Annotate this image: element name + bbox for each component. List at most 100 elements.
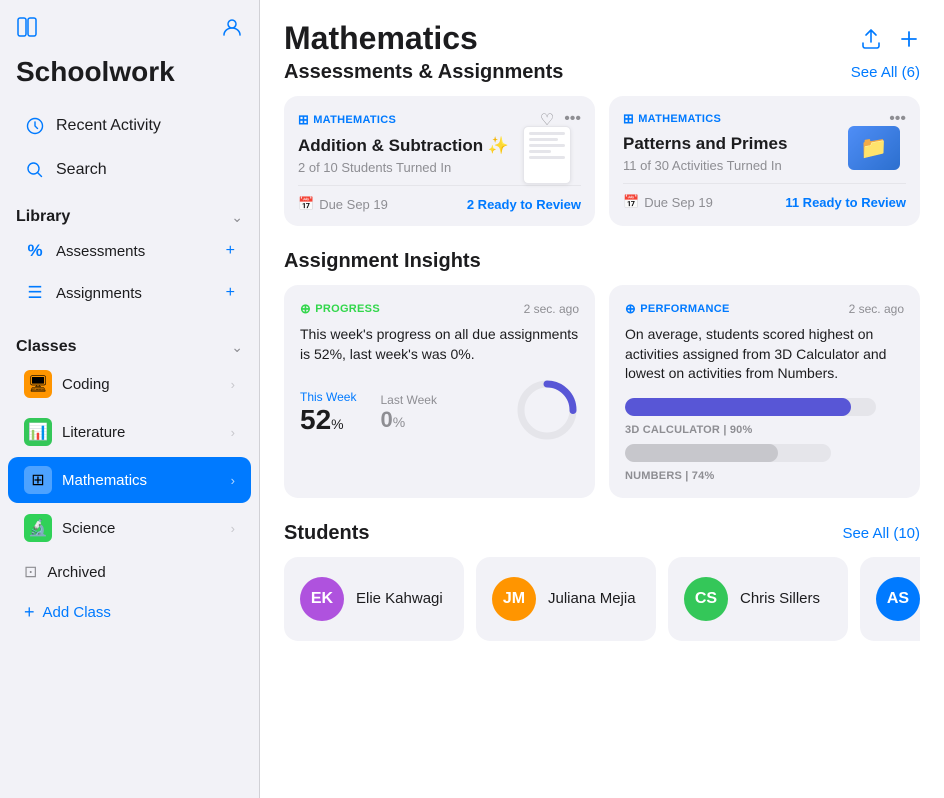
progress-text: This week's progress on all due assignme… bbox=[300, 325, 579, 364]
card-footer-0: 📅 Due Sep 19 2 Ready to Review bbox=[298, 185, 581, 212]
student-card-1[interactable]: JM Juliana Mejia bbox=[476, 557, 656, 641]
insights-section-header: Assignment Insights bbox=[284, 250, 920, 273]
perf-bar-track-1 bbox=[625, 444, 831, 462]
donut-chart bbox=[515, 378, 579, 447]
header-actions bbox=[860, 28, 920, 56]
perf-bar-row-1 bbox=[625, 444, 904, 462]
classes-title: Classes bbox=[16, 338, 77, 356]
share-button[interactable] bbox=[860, 28, 882, 56]
assignments-label: Assignments bbox=[56, 285, 142, 302]
sidebar-item-assignments[interactable]: ☰ Assignments + bbox=[8, 273, 251, 313]
perf-bar-fill-0 bbox=[625, 398, 851, 416]
search-label: Search bbox=[56, 161, 107, 179]
sidebar-item-literature[interactable]: 📊 Literature › bbox=[8, 409, 251, 455]
card-due-0: 📅 Due Sep 19 bbox=[298, 196, 388, 212]
literature-class-icon: 📊 bbox=[24, 418, 52, 446]
library-section-header[interactable]: Library ⌄ bbox=[16, 208, 243, 226]
main-content: Mathematics Assessments & Assignments Se… bbox=[260, 0, 944, 798]
mathematics-chevron-icon: › bbox=[231, 473, 235, 488]
performance-icon: ⊕ bbox=[625, 301, 636, 317]
sidebar-item-assessments[interactable]: % Assessments + bbox=[8, 231, 251, 271]
performance-timestamp: 2 sec. ago bbox=[849, 302, 904, 316]
perf-bar-fill-1 bbox=[625, 444, 778, 462]
coding-class-icon: 🖥 bbox=[24, 370, 52, 398]
archived-label: Archived bbox=[47, 564, 105, 581]
students-section: Students See All (10) EK Elie Kahwagi JM… bbox=[284, 522, 920, 641]
main-header: Mathematics bbox=[284, 20, 920, 57]
sidebar-item-search[interactable]: Search bbox=[8, 149, 251, 191]
calendar-icon-1: 📅 bbox=[623, 194, 639, 210]
literature-chevron-icon: › bbox=[231, 425, 235, 440]
coding-chevron-icon: › bbox=[231, 377, 235, 392]
science-chevron-icon: › bbox=[231, 521, 235, 536]
science-label: Science bbox=[62, 520, 115, 537]
card-thumbnail-0 bbox=[523, 126, 581, 188]
card-tag-label-0: ⊞ MATHEMATICS bbox=[298, 112, 396, 128]
add-button[interactable] bbox=[898, 28, 920, 56]
insights-section-title: Assignment Insights bbox=[284, 250, 481, 273]
performance-card-header: ⊕ PERFORMANCE 2 sec. ago bbox=[625, 301, 904, 317]
this-week-value: 52% bbox=[300, 404, 356, 436]
student-card-0[interactable]: EK Elie Kahwagi bbox=[284, 557, 464, 641]
add-class-label: Add Class bbox=[43, 604, 111, 621]
assignments-see-all[interactable]: See All (6) bbox=[851, 64, 920, 81]
student-avatar-0: EK bbox=[300, 577, 344, 621]
students-see-all[interactable]: See All (10) bbox=[842, 525, 920, 542]
page-title: Mathematics bbox=[284, 20, 478, 57]
assignments-section: Assessments & Assignments See All (6) ⊞ … bbox=[284, 61, 920, 226]
search-icon bbox=[24, 159, 46, 181]
card-tag-label-1: ⊞ MATHEMATICS bbox=[623, 111, 721, 127]
student-card-3[interactable]: AS AbbiStein bbox=[860, 557, 920, 641]
library-title: Library bbox=[16, 208, 70, 226]
classes-section: Classes ⌄ bbox=[0, 322, 259, 360]
perf-bar-row-0 bbox=[625, 398, 904, 416]
library-section: Library ⌄ bbox=[0, 192, 259, 230]
add-assessments-icon[interactable]: + bbox=[226, 242, 235, 260]
sidebar: Schoolwork Recent Activity Search Librar… bbox=[0, 0, 260, 798]
progress-tag: ⊕ PROGRESS bbox=[300, 301, 380, 317]
library-chevron-icon: ⌄ bbox=[231, 209, 243, 226]
student-name-1: Juliana Mejia bbox=[548, 590, 636, 607]
student-name-0: Elie Kahwagi bbox=[356, 590, 443, 607]
sidebar-item-mathematics[interactable]: ⊞ Mathematics › bbox=[8, 457, 251, 503]
progress-timestamp: 2 sec. ago bbox=[524, 302, 579, 316]
perf-bar-label-1: NUMBERS | 74% bbox=[625, 470, 904, 482]
performance-bars: 3D CALCULATOR | 90% NUMBERS | 74% bbox=[625, 398, 904, 482]
profile-icon[interactable] bbox=[221, 16, 243, 44]
literature-label: Literature bbox=[62, 424, 125, 441]
sidebar-toggle-icon[interactable] bbox=[16, 16, 38, 44]
card-tag-icon-0: ⊞ bbox=[298, 112, 309, 128]
archived-icon: ⊡ bbox=[24, 562, 37, 582]
student-avatar-2: CS bbox=[684, 577, 728, 621]
students-section-title: Students bbox=[284, 522, 370, 545]
student-avatar-3: AS bbox=[876, 577, 920, 621]
perf-bar-track-0 bbox=[625, 398, 876, 416]
clock-icon bbox=[24, 115, 46, 137]
last-week-label: Last Week bbox=[380, 393, 436, 407]
insights-cards: ⊕ PROGRESS 2 sec. ago This week's progre… bbox=[284, 285, 920, 498]
assignment-card-0[interactable]: ⊞ MATHEMATICS ♡ ••• Addition & Subtracti… bbox=[284, 96, 595, 226]
perf-bar-label-0: 3D CALCULATOR | 90% bbox=[625, 424, 904, 436]
coding-label: Coding bbox=[62, 376, 110, 393]
student-avatar-1: JM bbox=[492, 577, 536, 621]
classes-chevron-icon: ⌄ bbox=[231, 339, 243, 356]
sidebar-item-science[interactable]: 🔬 Science › bbox=[8, 505, 251, 551]
assignment-card-1[interactable]: ⊞ MATHEMATICS ••• Patterns and Primes 11… bbox=[609, 96, 920, 226]
performance-card: ⊕ PERFORMANCE 2 sec. ago On average, stu… bbox=[609, 285, 920, 498]
progress-card: ⊕ PROGRESS 2 sec. ago This week's progre… bbox=[284, 285, 595, 498]
add-class-button[interactable]: + Add Class bbox=[8, 593, 251, 632]
mathematics-class-icon: ⊞ bbox=[24, 466, 52, 494]
sidebar-item-coding[interactable]: 🖥 Coding › bbox=[8, 361, 251, 407]
progress-card-header: ⊕ PROGRESS 2 sec. ago bbox=[300, 301, 579, 317]
assignments-section-header: Assessments & Assignments See All (6) bbox=[284, 61, 920, 84]
classes-section-header[interactable]: Classes ⌄ bbox=[16, 338, 243, 356]
app-title: Schoolwork bbox=[0, 52, 259, 104]
card-review-0: 2 Ready to Review bbox=[467, 197, 581, 212]
sidebar-item-archived[interactable]: ⊡ Archived bbox=[8, 553, 251, 591]
progress-icon: ⊕ bbox=[300, 301, 311, 317]
sidebar-item-recent-activity[interactable]: Recent Activity bbox=[8, 105, 251, 147]
recent-activity-label: Recent Activity bbox=[56, 117, 161, 135]
science-class-icon: 🔬 bbox=[24, 514, 52, 542]
student-card-2[interactable]: CS Chris Sillers bbox=[668, 557, 848, 641]
add-assignments-icon[interactable]: + bbox=[226, 284, 235, 302]
